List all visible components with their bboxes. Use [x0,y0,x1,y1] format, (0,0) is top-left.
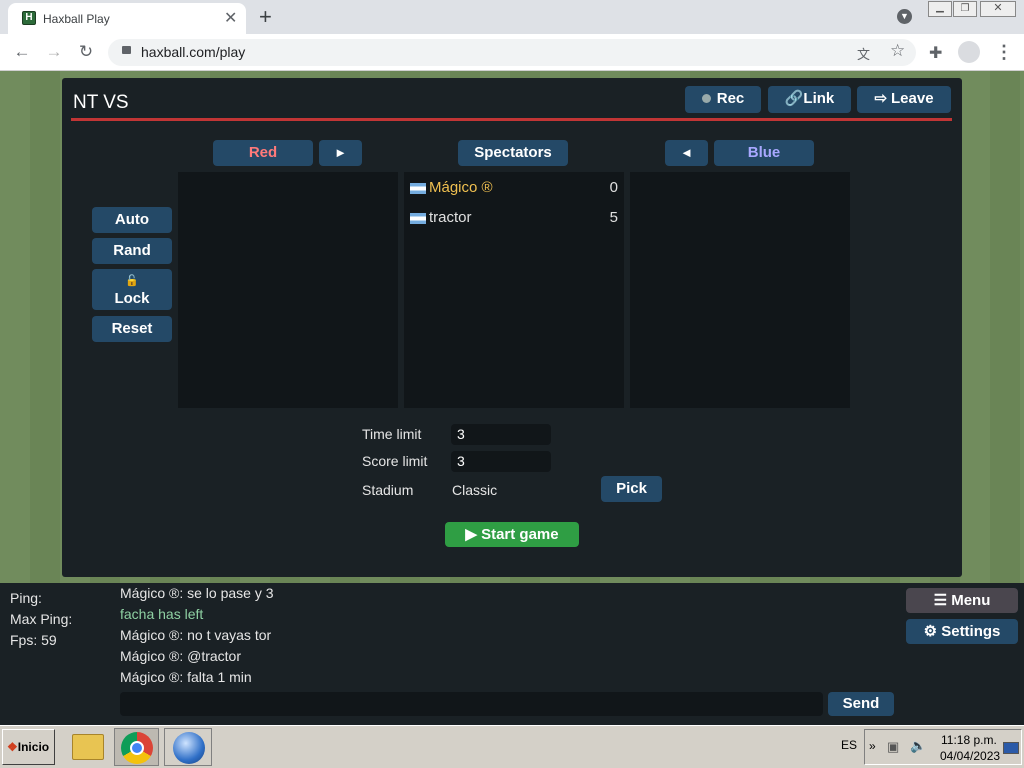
new-tab-icon[interactable]: + [259,4,272,30]
argentina-flag-icon [410,182,426,194]
pick-stadium-button[interactable]: Pick [601,476,662,502]
volume-icon[interactable]: 🔈 [910,738,926,754]
chat-message: Mágico ®: @tractor [120,648,242,664]
spectators-button[interactable]: Spectators [458,140,568,166]
url-text: haxball.com/play [141,44,246,60]
move-to-red-arrow-button[interactable]: ► [319,140,362,166]
move-to-blue-arrow-button[interactable]: ◄ [665,140,708,166]
red-team-button[interactable]: Red [213,140,313,166]
restore-icon[interactable]: ❐ [953,1,977,17]
score-limit-label: Score limit [362,453,428,469]
os-taskbar: ❖Inicio ES » ▣ 🔈 11:18 p.m. 04/04/2023 [0,725,1024,768]
title-divider [71,118,952,121]
address-bar[interactable]: haxball.com/play 文 ☆ [108,39,916,66]
windows-logo-icon: ❖ [7,740,18,754]
back-icon[interactable]: ← [11,42,33,62]
rand-button[interactable]: Rand [92,238,172,264]
system-tray: » ▣ 🔈 11:18 p.m. 04/04/2023 [864,729,1022,765]
list-item[interactable]: Mágico ® 0 [410,173,618,203]
tab-search-icon[interactable]: ▼ [897,9,912,24]
browser-tab[interactable]: H Haxball Play ✕ [8,3,246,34]
show-desktop-icon[interactable] [1003,742,1019,754]
settings-button[interactable]: ⚙ Settings [906,619,1018,644]
app-globe-taskbar-icon[interactable] [164,728,212,766]
reset-button[interactable]: Reset [92,316,172,342]
record-dot-icon [701,94,711,103]
list-item[interactable]: tractor 5 [410,203,618,233]
red-team-list[interactable] [178,172,398,408]
max-ping-label: Max Ping: [10,611,73,627]
tab-title: Haxball Play [43,12,110,26]
forward-icon[interactable]: → [43,42,65,62]
clock-date: 04/04/2023 [940,749,1001,763]
profile-avatar-icon[interactable] [958,41,980,63]
clock-time: 11:18 p.m. [941,733,997,747]
start-game-button[interactable]: ▶ Start game [445,522,579,547]
menu-button[interactable]: ☰ Menu [906,588,1018,613]
auto-button[interactable]: Auto [92,207,172,233]
lock-icon [122,46,131,54]
file-explorer-icon[interactable] [72,734,104,760]
send-button[interactable]: Send [828,692,894,716]
extensions-icon[interactable]: ✚ [929,43,942,63]
leave-button[interactable]: ⇨ Leave [857,86,951,113]
exit-icon: ⇨ [874,90,888,107]
tray-expand-icon[interactable]: » [869,739,876,753]
network-icon[interactable]: ▣ [887,739,899,755]
room-dialog: NT VS Rec 🔗Link ⇨ Leave Red ► Spectators … [62,78,962,577]
haxball-favicon-icon: H [22,11,36,25]
gear-icon: ⚙ [923,623,942,640]
score-limit-field[interactable]: 3 [451,451,551,472]
stadium-label: Stadium [362,482,414,498]
translate-icon[interactable]: 文 [857,44,870,63]
link-button[interactable]: 🔗Link [768,86,851,113]
reload-icon[interactable]: ↻ [75,42,97,62]
lock-button[interactable]: 🔓 Lock [92,269,172,310]
time-limit-label: Time limit [362,426,422,442]
rec-button[interactable]: Rec [685,86,761,113]
stadium-value: Classic [452,482,498,498]
link-icon: 🔗 [784,90,804,107]
blue-team-list[interactable] [630,172,850,408]
hamburger-icon: ☰ [933,592,952,609]
bottom-panel: Ping: Max Ping: Fps: 59 Mágico ®: se lo … [0,583,1024,725]
chat-message: Mágico ®: no t vayas tor [120,627,272,643]
chrome-taskbar-icon[interactable] [114,728,159,766]
chat-message: facha has left [120,606,204,622]
chat-input[interactable] [120,692,823,716]
fps-label: Fps: 59 [10,632,57,648]
unlock-icon: 🔓 [125,275,139,287]
blue-team-button[interactable]: Blue [714,140,814,166]
language-indicator[interactable]: ES [841,738,857,752]
chat-message: Mágico ®: falta 1 min [120,669,252,685]
start-button[interactable]: ❖Inicio [2,729,55,765]
chat-message: Mágico ®: se lo pase y 3 [120,585,274,601]
minimize-icon[interactable]: ▁ [928,1,952,17]
close-window-icon[interactable]: ✕ [980,1,1016,17]
close-tab-icon[interactable]: ✕ [224,8,237,28]
time-limit-field[interactable]: 3 [451,424,551,445]
browser-tab-bar: H Haxball Play ✕ + ▼ ▁ ❐ ✕ [0,0,1024,34]
argentina-flag-icon [410,212,426,224]
ping-label: Ping: [10,590,42,606]
chat-log: Mágico ®: se lo pase y 3 facha has left … [120,583,820,688]
browser-menu-icon[interactable]: ⋮ [995,42,1013,63]
bookmark-star-icon[interactable]: ☆ [890,41,905,61]
spectators-list[interactable]: Mágico ® 0 tractor 5 [404,172,624,408]
room-title: NT VS [73,92,129,113]
